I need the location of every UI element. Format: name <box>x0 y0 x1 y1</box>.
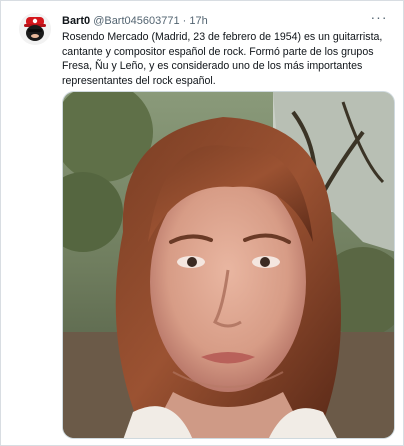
display-name[interactable]: Bart0 <box>62 15 90 27</box>
tweet-video[interactable] <box>62 91 395 439</box>
user-handle[interactable]: @Bart045603771 <box>93 15 179 27</box>
tweet-text: Rosendo Mercado (Madrid, 23 de febrero d… <box>62 31 383 87</box>
tweet-card[interactable]: Bart0 @Bart045603771 · 17h ··· Rosendo M… <box>0 0 404 446</box>
tweet-header: Bart0 @Bart045603771 · 17h <box>62 14 373 29</box>
avatar[interactable] <box>19 13 51 45</box>
more-options-icon[interactable]: ··· <box>369 10 389 28</box>
separator-dot: · <box>182 15 187 27</box>
timestamp[interactable]: 17h <box>189 15 207 27</box>
video-thumbnail-image <box>63 92 394 438</box>
cartoon-avatar-icon <box>19 13 51 45</box>
